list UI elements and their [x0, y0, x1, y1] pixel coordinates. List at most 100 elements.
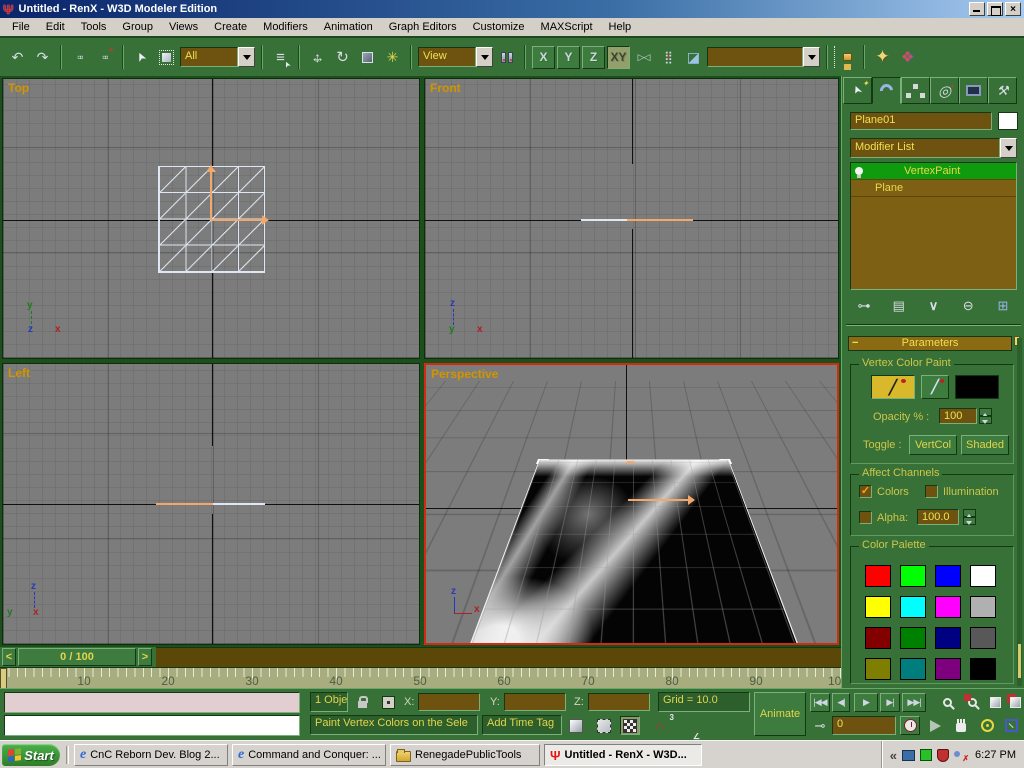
configure-modifier-sets-icon[interactable] [991, 296, 1015, 316]
viewport-top[interactable]: Top y z x [2, 78, 420, 359]
illumination-checkbox[interactable] [925, 485, 938, 498]
menu-file[interactable]: File [4, 19, 38, 35]
palette-swatch[interactable] [935, 565, 961, 587]
undo-icon[interactable] [6, 46, 29, 69]
palette-swatch[interactable] [865, 565, 891, 587]
object-color-swatch[interactable] [998, 112, 1018, 130]
go-to-start-icon[interactable] [810, 693, 830, 712]
rotate-icon[interactable] [331, 46, 354, 69]
coord-system-dropdown[interactable]: View [418, 47, 493, 67]
palette-swatch[interactable] [900, 627, 926, 649]
previous-frame-icon[interactable] [832, 693, 850, 712]
key-mode-icon[interactable] [810, 716, 830, 735]
time-slider-next-button[interactable]: > [138, 648, 152, 666]
dropdown-arrow-icon[interactable] [803, 47, 820, 67]
zoom-icon[interactable] [936, 693, 958, 712]
arc-rotate-icon[interactable] [976, 716, 998, 735]
min-max-toggle-icon[interactable] [1000, 716, 1022, 735]
snap-cube-checker-icon[interactable] [620, 716, 640, 735]
alpha-spinner[interactable] [963, 509, 976, 525]
viewport-label[interactable]: Top [8, 81, 29, 95]
zoom-all-icon[interactable] [960, 693, 984, 712]
plane-edge[interactable] [213, 503, 265, 505]
current-frame-field[interactable]: 0 [832, 716, 896, 735]
eyedropper-button[interactable] [921, 375, 949, 399]
close-button[interactable]: × [1005, 2, 1021, 16]
task-command-and-conquer[interactable]: Command and Conquer: ... [232, 744, 386, 766]
dropdown-arrow-icon[interactable] [476, 47, 493, 67]
select-object-icon[interactable] [130, 46, 153, 69]
menu-edit[interactable]: Edit [38, 19, 73, 35]
palette-swatch[interactable] [865, 658, 891, 680]
panel-scrollbar[interactable] [1017, 338, 1022, 686]
viewport-perspective[interactable]: Perspective z x [424, 363, 839, 645]
show-end-result-icon[interactable] [887, 296, 911, 316]
menu-group[interactable]: Group [114, 19, 161, 35]
tab-modify-icon[interactable] [872, 77, 901, 104]
restore-button[interactable] [987, 2, 1003, 16]
palette-swatch[interactable] [900, 596, 926, 618]
tab-display-icon[interactable] [959, 77, 988, 104]
alpha-field[interactable]: 100.0 [917, 509, 959, 525]
minimize-button[interactable] [969, 2, 985, 16]
tray-chevron-icon[interactable]: « [890, 748, 897, 763]
start-button[interactable]: Start [2, 744, 60, 766]
track-view-icon[interactable] [834, 46, 857, 68]
vertcol-button[interactable]: VertCol [909, 435, 957, 455]
menu-views[interactable]: Views [161, 19, 206, 35]
modifier-list-dropdown[interactable]: Modifier List [850, 138, 1017, 158]
maxscript-mini-listener-white[interactable] [4, 715, 300, 736]
align-icon[interactable] [682, 46, 705, 69]
tray-shield-icon[interactable] [937, 749, 949, 762]
viewport-label[interactable]: Left [8, 366, 30, 380]
paint-brush-button[interactable] [871, 375, 915, 399]
task-renx-active[interactable]: Untitled - RenX - W3D... [544, 744, 702, 766]
remove-modifier-icon[interactable] [956, 296, 980, 316]
dropdown-arrow-icon[interactable] [1000, 138, 1017, 158]
menu-maxscript[interactable]: MAXScript [533, 19, 601, 35]
opacity-spinner[interactable] [979, 408, 992, 424]
manipulate-icon[interactable] [381, 46, 404, 69]
tray-network-icon[interactable] [902, 750, 915, 761]
z-coord-field[interactable] [588, 693, 650, 711]
tab-create-icon[interactable] [843, 77, 872, 104]
x-coord-field[interactable] [418, 693, 480, 711]
palette-swatch[interactable] [970, 627, 996, 649]
tab-utilities-icon[interactable] [988, 77, 1017, 104]
palette-swatch[interactable] [970, 658, 996, 680]
track-bar[interactable]: 10 20 30 40 50 60 70 80 90 100 [0, 667, 841, 689]
opacity-field[interactable]: 100 [939, 408, 977, 424]
render-icon[interactable] [896, 46, 919, 69]
time-slider-prev-button[interactable]: < [2, 648, 16, 666]
stack-item-plane[interactable]: Plane [851, 180, 1016, 197]
object-name-field[interactable]: Plane01 [850, 112, 992, 130]
visibility-bulb-icon[interactable] [855, 167, 863, 175]
gizmo-x-arrow[interactable] [627, 219, 693, 221]
paint-color-swatch[interactable] [955, 375, 999, 399]
pan-hand-icon[interactable] [950, 716, 972, 735]
play-animation-icon[interactable] [854, 693, 878, 712]
material-editor-icon[interactable] [871, 46, 894, 69]
palette-swatch[interactable] [935, 658, 961, 680]
viewport-left[interactable]: Left z y x [2, 363, 420, 645]
palette-swatch[interactable] [865, 596, 891, 618]
zoom-extents-all-icon[interactable] [1006, 693, 1024, 712]
palette-swatch[interactable] [935, 627, 961, 649]
menu-modifiers[interactable]: Modifiers [255, 19, 316, 35]
rectangular-selection-icon[interactable] [155, 46, 178, 69]
add-time-tag[interactable]: Add Time Tag [482, 715, 562, 735]
tab-hierarchy-icon[interactable] [901, 77, 930, 104]
absolute-offset-mode-icon[interactable] [380, 694, 397, 711]
palette-swatch[interactable] [935, 596, 961, 618]
palette-swatch[interactable] [900, 658, 926, 680]
mirror-icon[interactable] [632, 46, 655, 69]
link-icon[interactable] [68, 46, 91, 69]
colors-checkbox[interactable]: ✓ [859, 485, 872, 498]
menu-help[interactable]: Help [601, 19, 640, 35]
palette-swatch[interactable] [865, 627, 891, 649]
stack-item-vertexpaint[interactable]: VertexPaint [851, 163, 1016, 180]
axis-y-button[interactable]: Y [557, 46, 580, 69]
axis-x-button[interactable]: X [532, 46, 555, 69]
gizmo-x-arrow[interactable] [212, 219, 262, 221]
zoom-extents-icon[interactable] [986, 693, 1004, 712]
